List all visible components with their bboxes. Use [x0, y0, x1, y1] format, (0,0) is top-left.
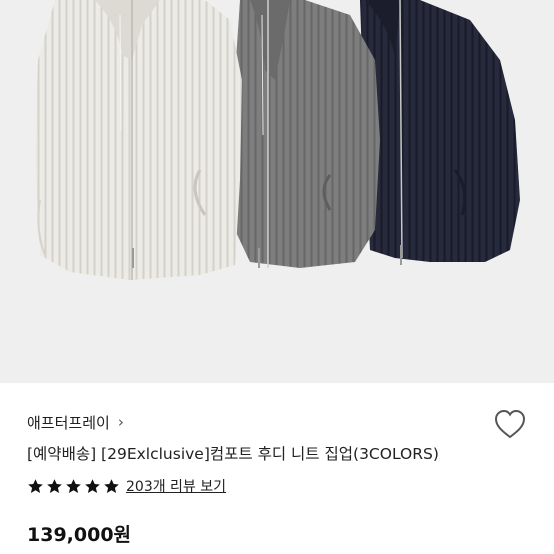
gray-hoodie — [232, 0, 380, 268]
knit-hoodies-image — [0, 0, 554, 383]
brand-name: 애프터프레이 — [27, 413, 110, 432]
star-icon — [104, 478, 119, 493]
ivory-hoodie — [35, 0, 242, 280]
star-rating — [27, 478, 120, 495]
chevron-right-icon: › — [117, 413, 124, 431]
rating-row: 203개 리뷰 보기 — [27, 476, 226, 496]
heart-icon — [494, 409, 526, 439]
star-icon — [28, 478, 43, 493]
reviews-link[interactable]: 203개 리뷰 보기 — [126, 476, 226, 496]
star-icon — [47, 478, 62, 493]
product-info: 애프터프레이 › [예약배송] [29Exlclusive]컴포트 후디 니트 … — [0, 383, 554, 554]
product-title: [예약배송] [29Exlclusive]컴포트 후디 니트 집업(3COLOR… — [27, 445, 439, 463]
wishlist-button[interactable] — [492, 407, 528, 441]
star-icon — [85, 478, 100, 493]
brand-link[interactable]: 애프터프레이 › — [27, 411, 124, 433]
product-price: 139,000원 — [27, 524, 132, 546]
product-image[interactable] — [0, 0, 554, 383]
star-icon — [66, 478, 81, 493]
